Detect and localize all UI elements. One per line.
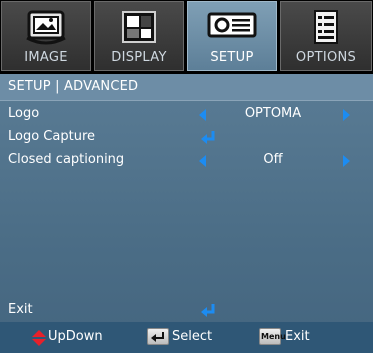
breadcrumb-text: SETUP | ADVANCED xyxy=(8,79,139,94)
image-icon xyxy=(21,8,71,52)
tab-setup[interactable]: SETUP xyxy=(187,1,277,71)
footer-select-label: Select xyxy=(172,329,213,344)
footer-hint-bar: UpDown Select Menu Exit xyxy=(0,322,373,353)
tab-options-label: OPTIONS xyxy=(295,50,357,65)
menu-row-exit[interactable]: Exit xyxy=(0,300,373,322)
menu-key-icon: Menu xyxy=(259,328,286,345)
arrow-left-icon[interactable] xyxy=(199,109,206,121)
updown-icon xyxy=(32,330,46,350)
logo-label: Logo xyxy=(8,106,40,121)
tab-options[interactable]: OPTIONS xyxy=(280,1,372,71)
footer-exit-label: Exit xyxy=(285,329,310,344)
arrow-right-icon[interactable] xyxy=(343,155,350,167)
display-icon xyxy=(117,8,161,52)
projector-osd-menu: IMAGE DISPLAY SETUP OPTIONS SETUP | ADVA… xyxy=(0,0,373,353)
menu-row-closed-captioning[interactable]: Closed captioning Off xyxy=(0,150,373,172)
menu-key-label: Menu xyxy=(261,332,286,341)
footer-updown-label: UpDown xyxy=(48,329,103,344)
tab-display-label: DISPLAY xyxy=(111,50,167,65)
exit-label: Exit xyxy=(8,302,33,317)
logo-value: OPTOMA xyxy=(244,106,302,121)
closed-captioning-label: Closed captioning xyxy=(8,152,125,167)
options-icon xyxy=(308,8,344,52)
menu-row-logo[interactable]: Logo OPTOMA xyxy=(0,104,373,126)
tab-setup-label: SETUP xyxy=(210,50,254,65)
advanced-menu-panel: SETUP | ADVANCED Logo OPTOMA Logo Captur… xyxy=(0,74,373,353)
arrow-right-icon[interactable] xyxy=(343,109,350,121)
breadcrumb: SETUP | ADVANCED xyxy=(0,74,373,101)
tab-image[interactable]: IMAGE xyxy=(1,1,91,71)
logo-capture-label: Logo Capture xyxy=(8,129,95,144)
tab-bar: IMAGE DISPLAY SETUP OPTIONS xyxy=(0,0,373,74)
enter-key-icon xyxy=(147,328,169,345)
enter-icon[interactable] xyxy=(199,303,217,323)
setup-icon xyxy=(206,8,258,46)
menu-row-logo-capture[interactable]: Logo Capture xyxy=(0,127,373,149)
enter-icon[interactable] xyxy=(199,130,217,150)
tab-image-label: IMAGE xyxy=(24,50,68,65)
tab-display[interactable]: DISPLAY xyxy=(94,1,184,71)
closed-captioning-value: Off xyxy=(263,152,283,167)
arrow-left-icon[interactable] xyxy=(199,155,206,167)
